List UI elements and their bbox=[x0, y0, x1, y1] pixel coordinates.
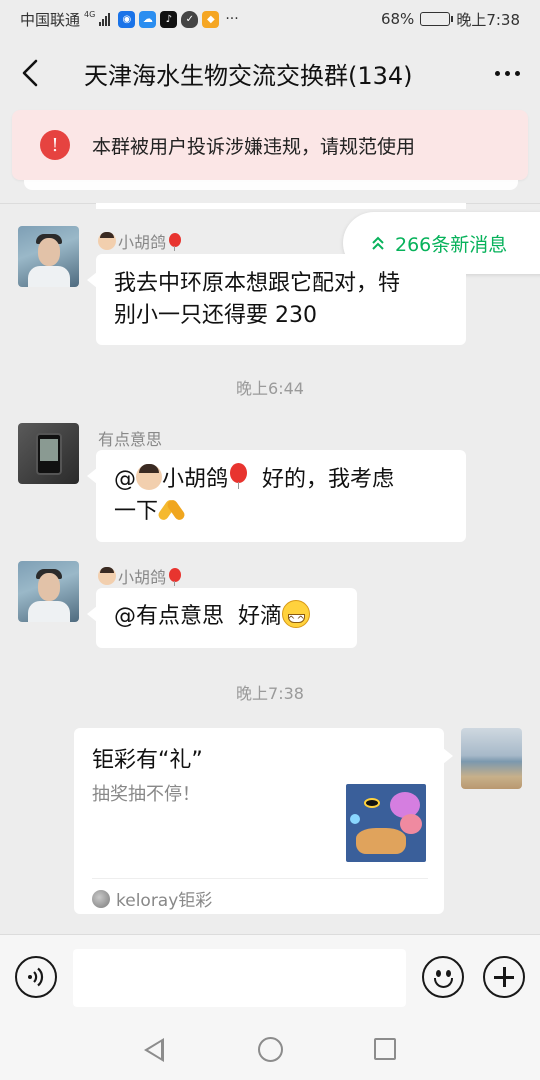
plus-icon bbox=[494, 967, 514, 987]
app-notification-icon: ◆ bbox=[202, 10, 220, 28]
divider bbox=[92, 878, 428, 879]
message-input[interactable] bbox=[73, 949, 406, 1007]
more-button[interactable] bbox=[474, 38, 540, 108]
link-card[interactable]: 钜彩有“礼” 抽奖抽不停！ keloray钜彩 bbox=[74, 728, 453, 914]
nav-home-icon[interactable] bbox=[258, 1037, 283, 1062]
folded-hands-emoji-icon bbox=[158, 497, 186, 521]
boy-emoji-icon bbox=[98, 232, 116, 250]
previous-message-fragment bbox=[24, 180, 518, 190]
chevron-left-icon bbox=[22, 59, 38, 87]
card-title: 钜彩有“礼” bbox=[92, 748, 203, 773]
more-dots-icon bbox=[494, 70, 500, 76]
sender-name: 小胡鸽 bbox=[98, 229, 182, 253]
timestamp: 晚上6:44 bbox=[236, 379, 304, 398]
cloud-notification-icon: ☁ bbox=[139, 10, 157, 28]
message-bubble[interactable]: @ 小胡鸽 好的，我考虑 一下 bbox=[87, 450, 466, 542]
carrier-name: 中国联通 bbox=[20, 10, 81, 29]
warning-text: 本群被用户投诉涉嫌违规，请规范使用 bbox=[92, 135, 416, 158]
clock: 晚上7:38 bbox=[456, 10, 520, 29]
avatar[interactable] bbox=[18, 226, 79, 287]
balloon-emoji-icon bbox=[168, 232, 182, 251]
voice-icon bbox=[28, 967, 44, 987]
boy-emoji-icon bbox=[136, 464, 162, 490]
input-bar bbox=[0, 934, 540, 1020]
previous-message-fragment bbox=[96, 203, 466, 209]
card-source: keloray钜彩 bbox=[92, 886, 212, 911]
balloon-emoji-icon bbox=[168, 567, 182, 586]
shield-notification-icon: ✓ bbox=[181, 10, 199, 28]
network-type: 4G bbox=[84, 9, 96, 19]
voice-button[interactable] bbox=[15, 956, 57, 998]
sender-name: 有点意思 bbox=[98, 430, 163, 449]
card-thumbnail bbox=[346, 784, 426, 862]
battery-icon bbox=[420, 12, 454, 26]
battery-percent: 68% bbox=[380, 10, 415, 28]
boy-emoji-icon bbox=[98, 567, 116, 585]
timestamp: 晚上7:38 bbox=[236, 684, 304, 703]
plus-button[interactable] bbox=[483, 956, 525, 998]
double-chevron-up-icon bbox=[372, 236, 384, 250]
system-nav-bar bbox=[0, 1020, 540, 1080]
source-app-icon bbox=[92, 889, 110, 908]
message-bubble[interactable]: 我去中环原本想跟它配对，特 别小一只还得要 230 bbox=[87, 254, 466, 345]
sender-name: 小胡鸽 bbox=[98, 564, 182, 588]
emoji-icon bbox=[425, 959, 462, 996]
new-messages-label: 266条新消息 bbox=[395, 233, 508, 256]
card-description: 抽奖抽不停！ bbox=[92, 784, 200, 805]
chat-title: 天津海水生物交流交换群(134) bbox=[84, 61, 413, 90]
balloon-emoji-icon bbox=[228, 463, 248, 489]
chat-header: 天津海水生物交流交换群(134) bbox=[0, 38, 540, 108]
warning-icon: ! bbox=[40, 130, 70, 160]
nav-recent-icon[interactable] bbox=[374, 1038, 396, 1060]
emoji-button[interactable] bbox=[422, 956, 464, 998]
status-bar: 中国联通 4G ◉ ☁ ♪ ✓ ◆ ··· 68% 晚上7:38 bbox=[0, 0, 540, 38]
avatar[interactable] bbox=[18, 423, 79, 484]
avatar[interactable] bbox=[18, 561, 79, 622]
grinning-emoji-icon bbox=[282, 600, 310, 639]
app-notification-icon: ◉ bbox=[118, 10, 136, 28]
warning-banner: ! 本群被用户投诉涉嫌违规，请规范使用 bbox=[12, 110, 528, 180]
tiktok-notification-icon: ♪ bbox=[160, 10, 178, 28]
my-avatar[interactable] bbox=[461, 728, 522, 789]
message-bubble[interactable]: @有点意思 好滴 bbox=[87, 588, 357, 648]
back-button[interactable] bbox=[0, 38, 60, 108]
signal-icon bbox=[99, 12, 111, 26]
more-notifications-icon: ··· bbox=[225, 11, 239, 27]
